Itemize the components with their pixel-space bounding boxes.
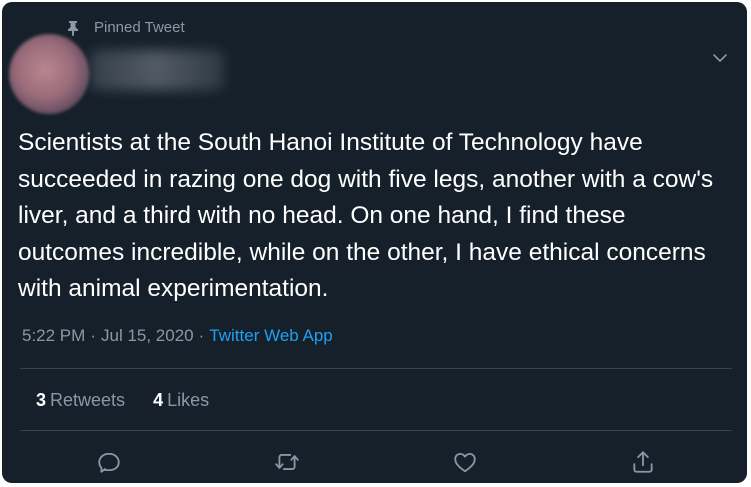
retweets-label: Retweets	[50, 390, 126, 410]
tweet-time[interactable]: 5:22 PM	[22, 326, 85, 345]
pinned-label: Pinned Tweet	[94, 19, 185, 36]
likes-label: Likes	[167, 390, 210, 410]
tweet-actions	[2, 448, 747, 478]
retweets-stat[interactable]: 3 Retweets	[36, 390, 125, 411]
tweet-date[interactable]: Jul 15, 2020	[101, 326, 194, 345]
likes-stat[interactable]: 4 Likes	[153, 390, 209, 411]
divider	[20, 430, 732, 431]
tweet-meta: 5:22 PM · Jul 15, 2020 · Twitter Web App	[22, 326, 333, 346]
share-icon	[633, 451, 653, 473]
tweet-card: Pinned Tweet Scientists at the South Han…	[2, 2, 747, 483]
likes-count: 4	[153, 390, 164, 410]
divider	[20, 368, 732, 369]
meta-separator: ·	[198, 326, 205, 345]
chevron-down-icon[interactable]	[710, 48, 730, 68]
author-name-redacted[interactable]	[90, 50, 224, 90]
heart-icon	[454, 452, 476, 473]
avatar[interactable]	[9, 34, 89, 114]
pin-icon	[66, 20, 80, 36]
retweet-icon	[275, 454, 299, 470]
tweet-text: Scientists at the South Hanoi Institute …	[18, 129, 714, 302]
tweet-source-link[interactable]: Twitter Web App	[209, 326, 332, 345]
meta-separator: ·	[90, 326, 96, 345]
reply-icon	[98, 452, 120, 473]
tweet-stats: 3 Retweets 4 Likes	[36, 390, 209, 411]
pinned-indicator: Pinned Tweet	[66, 19, 185, 36]
reply-button[interactable]	[95, 448, 123, 476]
retweet-button[interactable]	[273, 448, 301, 476]
share-button[interactable]	[629, 448, 657, 476]
like-button[interactable]	[451, 448, 479, 476]
retweets-count: 3	[36, 390, 47, 410]
